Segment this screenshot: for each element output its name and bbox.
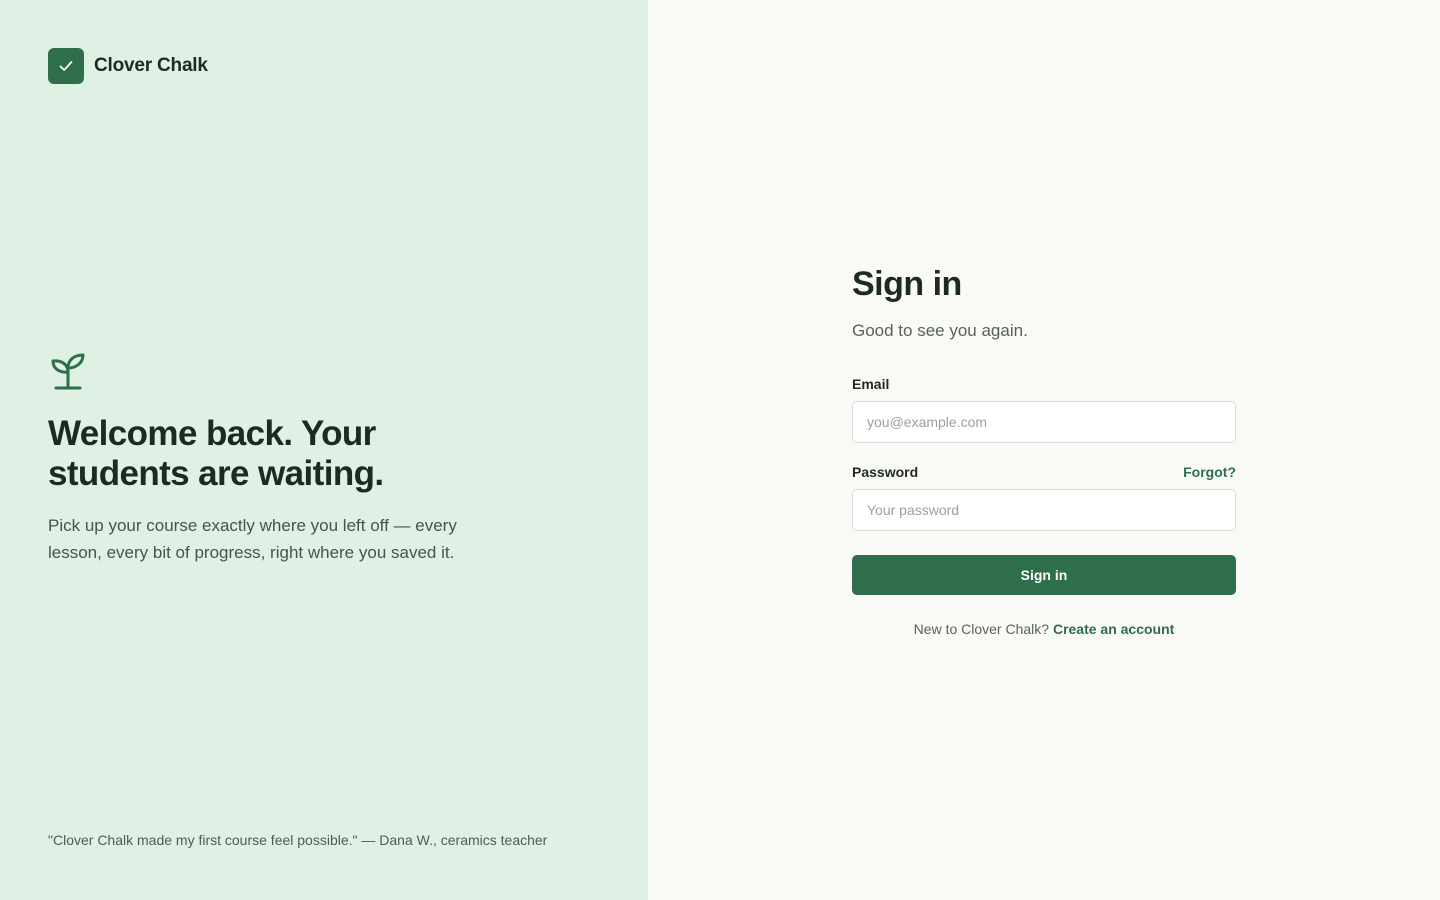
create-account-link[interactable]: Create an account — [1053, 621, 1174, 637]
password-field-group: Password Forgot? — [852, 463, 1236, 531]
right-panel: Sign in Good to see you again. Email Pas… — [648, 0, 1440, 900]
email-field-group: Email — [852, 375, 1236, 443]
brand-name: Clover Chalk — [94, 55, 208, 76]
signup-prompt-text: New to Clover Chalk? — [913, 621, 1050, 637]
form-subtitle: Good to see you again. — [852, 321, 1028, 340]
email-input[interactable] — [852, 401, 1236, 443]
brand: Clover Chalk — [48, 48, 208, 84]
signup-prompt-row: New to Clover Chalk? Create an account — [852, 621, 1236, 637]
hero-description: Pick up your course exactly where you le… — [48, 516, 457, 562]
password-input[interactable] — [852, 489, 1236, 531]
sign-in-form: Sign in Good to see you again. Email Pas… — [852, 262, 1236, 637]
left-panel: Clover Chalk Welcome back. Your students… — [0, 0, 648, 900]
form-title: Sign in — [852, 265, 962, 303]
hero-title: Welcome back. Your students are waiting. — [48, 414, 384, 493]
sprout-icon — [51, 353, 85, 390]
email-label-row: Email — [852, 375, 1236, 393]
forgot-password-link[interactable]: Forgot? — [1183, 464, 1236, 480]
testimonial-quote: "Clover Chalk made my first course feel … — [48, 832, 548, 848]
email-label: Email — [852, 376, 890, 392]
brand-logo — [48, 48, 84, 84]
password-label: Password — [852, 464, 919, 480]
check-icon — [59, 61, 73, 71]
password-label-row: Password Forgot? — [852, 463, 1236, 481]
sign-in-button[interactable]: Sign in — [852, 555, 1236, 595]
